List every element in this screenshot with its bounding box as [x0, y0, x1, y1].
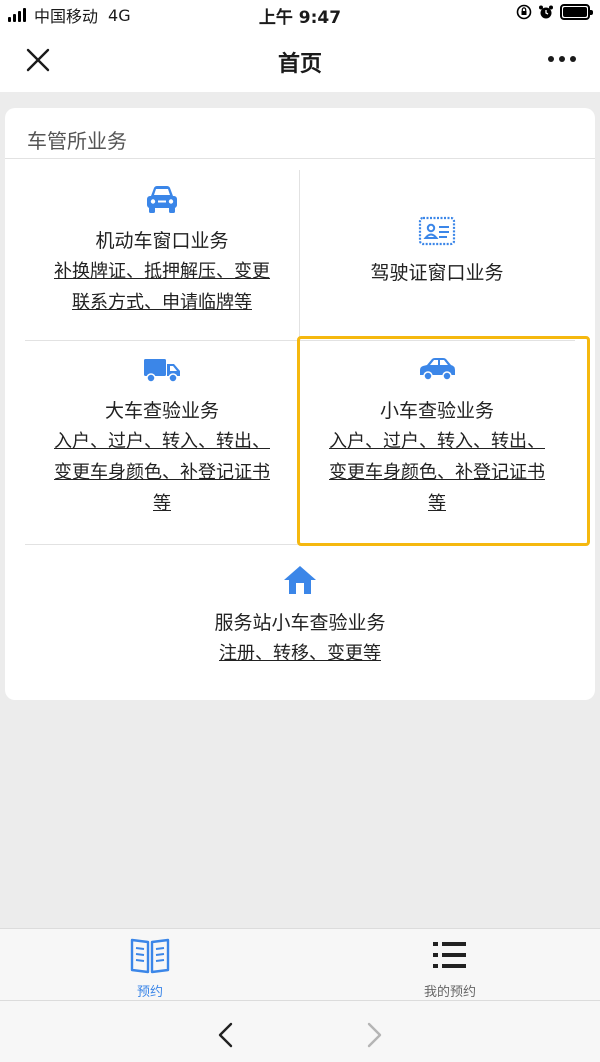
book-icon [130, 938, 170, 974]
service-desc-line[interactable]: 联系方式、申请临牌等 [25, 287, 299, 318]
service-driver-license-window[interactable]: 驾驶证窗口业务 [300, 216, 574, 288]
service-motor-vehicle-window[interactable]: 机动车窗口业务 补换牌证、抵押解压、变更 联系方式、申请临牌等 [25, 184, 299, 318]
browser-toolbar [0, 1000, 600, 1062]
back-arrow-icon[interactable] [214, 1021, 238, 1049]
battery-icon [560, 4, 593, 20]
page-title: 首页 [277, 52, 322, 77]
service-desc-line[interactable]: 变更车身颜色、补登记证书 [25, 457, 299, 488]
highlight-box [297, 336, 590, 546]
more-icon[interactable] [543, 56, 576, 62]
tab-bar: 预约 我的预约 [0, 928, 600, 1000]
service-title: 机动车窗口业务 [95, 230, 229, 252]
service-title: 驾驶证窗口业务 [370, 262, 504, 284]
list-icon [433, 942, 466, 968]
section-divider [5, 158, 595, 159]
nav-bar: 首页 [0, 28, 600, 92]
tab-label: 预约 [136, 985, 163, 1000]
tab-my-reservations[interactable]: 我的预约 [300, 935, 600, 1000]
service-desc-line[interactable]: 等 [25, 488, 299, 519]
car-front-icon [147, 186, 177, 213]
tab-label: 我的预约 [423, 985, 476, 1000]
truck-icon [144, 359, 180, 383]
tab-reservation[interactable]: 预约 [0, 935, 300, 1000]
service-desc-line[interactable]: 注册、转移、变更等 [25, 638, 575, 669]
alarm-icon [539, 5, 553, 19]
status-bar: 中国移动 4G 上午 9:47 [0, 0, 600, 28]
license-card-icon [418, 216, 456, 246]
service-title: 大车查验业务 [104, 400, 219, 422]
service-large-vehicle-inspection[interactable]: 大车查验业务 入户、过户、转入、转出、 变更车身颜色、补登记证书 等 [25, 356, 299, 519]
service-desc-line[interactable]: 补换牌证、抵押解压、变更 [25, 256, 299, 287]
status-right [510, 4, 593, 20]
service-desc-line[interactable]: 入户、过户、转入、转出、 [25, 426, 299, 457]
section-title: 车管所业务 [27, 129, 127, 153]
service-station-small-vehicle-inspection[interactable]: 服务站小车查验业务 注册、转移、变更等 [25, 564, 575, 669]
service-title: 服务站小车查验业务 [214, 612, 386, 634]
rotation-lock-icon [516, 4, 532, 20]
house-icon [284, 566, 316, 594]
forward-arrow-icon[interactable] [362, 1021, 386, 1049]
business-card: 车管所业务 机动车窗口业务 补换牌证、抵押解压、变更 联系方式、申请临牌等 驾驶… [5, 108, 595, 700]
